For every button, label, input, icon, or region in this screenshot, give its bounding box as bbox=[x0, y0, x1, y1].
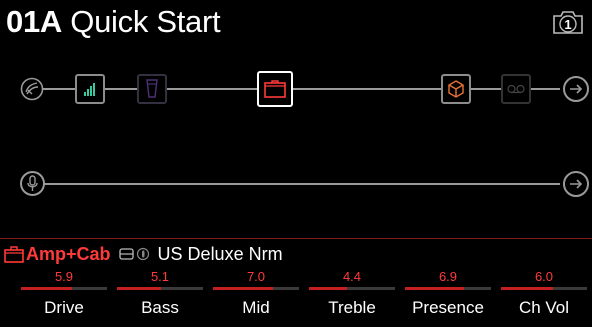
param-level-bar[interactable] bbox=[405, 287, 491, 290]
speaker-cab-icon bbox=[118, 248, 134, 260]
param-ch-vol[interactable]: 6.0 Ch Vol bbox=[501, 268, 587, 322]
snapshot-camera-icon: 1 bbox=[553, 11, 583, 34]
param-presence[interactable]: 6.9 Presence bbox=[405, 268, 491, 322]
param-level-fill bbox=[501, 287, 553, 290]
param-level-bar[interactable] bbox=[21, 287, 107, 290]
amp-category-icon bbox=[4, 245, 24, 263]
param-value: 5.1 bbox=[150, 269, 170, 284]
output-arrow-icon bbox=[570, 84, 583, 94]
param-level-fill bbox=[117, 287, 161, 290]
reverb-block[interactable] bbox=[441, 74, 471, 104]
looper-icon bbox=[507, 84, 525, 94]
param-level-bar[interactable] bbox=[501, 287, 587, 290]
param-level-fill bbox=[213, 287, 274, 290]
preset-name: Quick Start bbox=[70, 4, 221, 39]
guitar-input-icon bbox=[20, 77, 44, 101]
amp-cab-block[interactable] bbox=[257, 71, 293, 107]
param-drive[interactable]: 5.9 Drive bbox=[21, 268, 107, 322]
signal-bars-icon bbox=[84, 83, 95, 96]
param-label: Mid bbox=[242, 298, 270, 317]
param-value: 6.0 bbox=[534, 269, 554, 284]
param-mid[interactable]: 7.0 Mid bbox=[213, 268, 299, 322]
param-treble[interactable]: 4.4 Treble bbox=[309, 268, 395, 322]
param-label: Ch Vol bbox=[518, 298, 570, 317]
signal-path-1-line bbox=[42, 88, 560, 90]
param-level-fill bbox=[21, 287, 72, 290]
param-value: 4.4 bbox=[342, 269, 362, 284]
param-label: Bass bbox=[141, 298, 179, 317]
path-1-output[interactable] bbox=[563, 76, 589, 102]
param-level-bar[interactable] bbox=[117, 287, 203, 290]
snapshot-number: 1 bbox=[564, 17, 571, 32]
path-1-input[interactable] bbox=[20, 77, 44, 101]
signal-path-2-line bbox=[42, 183, 560, 185]
param-level-bar[interactable] bbox=[213, 287, 299, 290]
snapshot-indicator[interactable]: 1 bbox=[552, 9, 584, 35]
preset-title[interactable]: 01A Quick Start bbox=[6, 2, 221, 42]
path-2-output[interactable] bbox=[563, 171, 589, 197]
amp-icon bbox=[264, 80, 286, 98]
param-value: 6.9 bbox=[438, 269, 458, 284]
cube-icon bbox=[448, 80, 464, 98]
model-category: Amp+Cab bbox=[26, 244, 111, 264]
param-level-bar[interactable] bbox=[309, 287, 395, 290]
microphone-input-icon bbox=[27, 175, 38, 191]
param-label: Treble bbox=[328, 298, 376, 317]
param-level-fill bbox=[309, 287, 347, 290]
selected-model[interactable]: Amp+Cab US Deluxe Nrm bbox=[26, 242, 283, 266]
wah-pedal-icon bbox=[146, 79, 158, 98]
looper-block[interactable] bbox=[501, 74, 531, 104]
param-bass[interactable]: 5.1 Bass bbox=[117, 268, 203, 322]
output-arrow-icon bbox=[570, 179, 583, 189]
compressor-block[interactable] bbox=[75, 74, 105, 104]
param-label: Presence bbox=[412, 298, 484, 317]
wah-block[interactable] bbox=[137, 74, 167, 104]
path-2-input[interactable] bbox=[20, 171, 45, 196]
param-value: 5.9 bbox=[54, 269, 74, 284]
param-value: 7.0 bbox=[246, 269, 266, 284]
param-level-fill bbox=[405, 287, 465, 290]
preset-slot: 01A bbox=[6, 4, 62, 39]
param-label: Drive bbox=[44, 298, 84, 317]
model-name: US Deluxe Nrm bbox=[157, 244, 283, 264]
mic-icon bbox=[136, 247, 149, 261]
panel-divider bbox=[0, 238, 592, 239]
